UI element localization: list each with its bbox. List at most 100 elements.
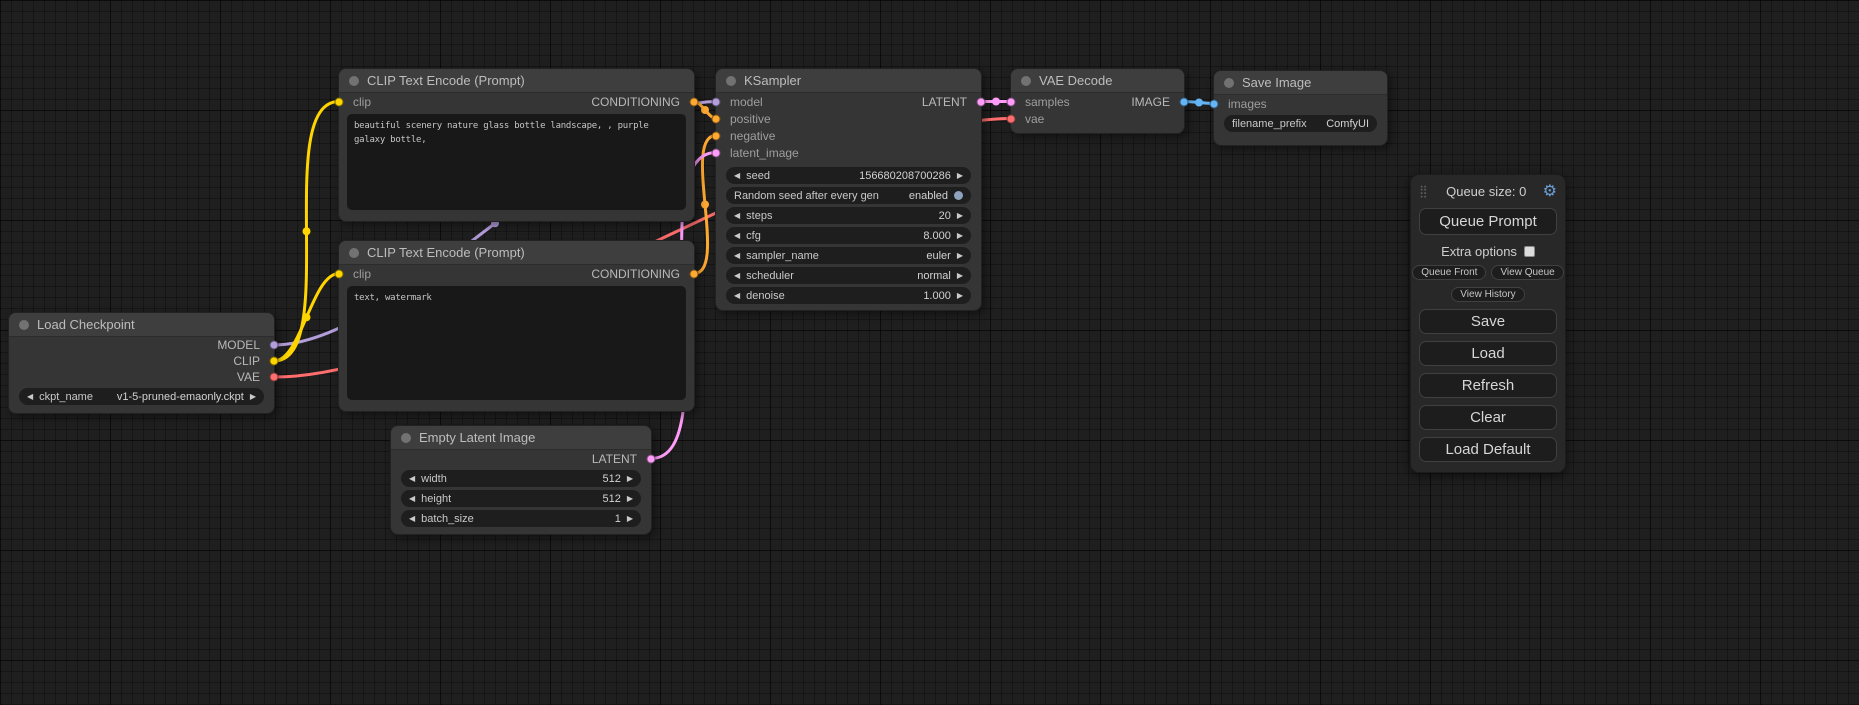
input-port-model[interactable] — [712, 97, 721, 106]
node-titlebar[interactable]: VAE Decode — [1011, 69, 1184, 93]
node-clip-text-encode-positive[interactable]: CLIP Text Encode (Prompt) clip CONDITION… — [338, 68, 695, 222]
widget-steps[interactable]: ◀ steps 20 ▶ — [726, 207, 971, 224]
node-empty-latent-image[interactable]: Empty Latent Image LATENT ◀ width 512 ▶ … — [390, 425, 652, 535]
node-body: MODEL CLIP VAE ◀ ckpt_name v1-5-pruned-e… — [9, 337, 274, 412]
node-collapse-dot[interactable] — [19, 320, 29, 330]
increment-arrow-icon[interactable]: ▶ — [957, 292, 963, 300]
settings-gear-icon[interactable]: ⚙ — [1543, 181, 1557, 201]
increment-arrow-icon[interactable]: ▶ — [957, 172, 963, 180]
node-load-checkpoint[interactable]: Load Checkpoint MODEL CLIP VAE ◀ ckpt_na… — [8, 312, 275, 414]
node-collapse-dot[interactable] — [726, 76, 736, 86]
decrement-arrow-icon[interactable]: ◀ — [734, 212, 740, 220]
queue-prompt-button[interactable]: Queue Prompt — [1419, 208, 1557, 235]
node-titlebar[interactable]: CLIP Text Encode (Prompt) — [339, 241, 694, 265]
node-graph-canvas[interactable]: Load Checkpoint MODEL CLIP VAE ◀ ckpt_na… — [0, 0, 1859, 705]
node-titlebar[interactable]: Empty Latent Image — [391, 426, 651, 450]
save-button[interactable]: Save — [1419, 309, 1557, 334]
increment-arrow-icon[interactable]: ▶ — [957, 212, 963, 220]
decrement-arrow-icon[interactable]: ◀ — [27, 393, 33, 401]
refresh-button[interactable]: Refresh — [1419, 373, 1557, 398]
output-port-conditioning[interactable] — [690, 97, 699, 106]
node-clip-text-encode-negative[interactable]: CLIP Text Encode (Prompt) clip CONDITION… — [338, 240, 695, 412]
node-ksampler[interactable]: KSampler model LATENT positive negative … — [715, 68, 982, 311]
prompt-textarea[interactable]: beautiful scenery nature glass bottle la… — [347, 114, 686, 210]
widget-name: steps — [746, 210, 772, 222]
input-port-samples[interactable] — [1007, 97, 1016, 106]
node-collapse-dot[interactable] — [349, 76, 359, 86]
load-button[interactable]: Load — [1419, 341, 1557, 366]
increment-arrow-icon[interactable]: ▶ — [957, 252, 963, 260]
node-collapse-dot[interactable] — [401, 433, 411, 443]
widget-width[interactable]: ◀ width 512 ▶ — [401, 470, 641, 487]
input-port-positive[interactable] — [712, 114, 721, 123]
output-port-conditioning[interactable] — [690, 269, 699, 278]
node-collapse-dot[interactable] — [349, 248, 359, 258]
input-port-clip[interactable] — [335, 269, 344, 278]
view-queue-button[interactable]: View Queue — [1491, 265, 1563, 280]
widget-sampler-name[interactable]: ◀ sampler_name euler ▶ — [726, 247, 971, 264]
output-port-vae[interactable] — [270, 373, 279, 382]
node-title: Save Image — [1242, 75, 1311, 90]
node-titlebar[interactable]: Load Checkpoint — [9, 313, 274, 337]
load-default-button[interactable]: Load Default — [1419, 437, 1557, 462]
decrement-arrow-icon[interactable]: ◀ — [409, 495, 415, 503]
widget-value: 512 — [602, 493, 620, 505]
extra-options-label: Extra options — [1441, 244, 1517, 259]
node-body: clip CONDITIONING beautiful scenery natu… — [339, 93, 694, 220]
input-port-images[interactable] — [1210, 99, 1219, 108]
widget-random-seed-toggle[interactable]: Random seed after every gen enabled — [726, 187, 971, 204]
drag-handle-icon[interactable]: ⣿ — [1419, 184, 1428, 198]
decrement-arrow-icon[interactable]: ◀ — [734, 292, 740, 300]
widget-name: width — [421, 473, 447, 485]
input-port-negative[interactable] — [712, 131, 721, 140]
widget-denoise[interactable]: ◀ denoise 1.000 ▶ — [726, 287, 971, 304]
output-port-latent[interactable] — [977, 97, 986, 106]
clear-button[interactable]: Clear — [1419, 405, 1557, 430]
decrement-arrow-icon[interactable]: ◀ — [734, 252, 740, 260]
widget-name: height — [421, 493, 451, 505]
decrement-arrow-icon[interactable]: ◀ — [734, 172, 740, 180]
decrement-arrow-icon[interactable]: ◀ — [409, 515, 415, 523]
widget-scheduler[interactable]: ◀ scheduler normal ▶ — [726, 267, 971, 284]
widget-name: batch_size — [421, 513, 474, 525]
output-port-image[interactable] — [1180, 97, 1189, 106]
node-collapse-dot[interactable] — [1021, 76, 1031, 86]
widget-seed[interactable]: ◀ seed 156680208700286 ▶ — [726, 167, 971, 184]
decrement-arrow-icon[interactable]: ◀ — [734, 232, 740, 240]
extra-options-checkbox[interactable] — [1524, 246, 1535, 257]
widget-cfg[interactable]: ◀ cfg 8.000 ▶ — [726, 227, 971, 244]
increment-arrow-icon[interactable]: ▶ — [957, 232, 963, 240]
input-port-vae[interactable] — [1007, 114, 1016, 123]
node-title: CLIP Text Encode (Prompt) — [367, 73, 525, 88]
input-port-clip[interactable] — [335, 97, 344, 106]
widget-ckpt-name[interactable]: ◀ ckpt_name v1-5-pruned-emaonly.ckpt ▶ — [19, 388, 264, 405]
increment-arrow-icon[interactable]: ▶ — [627, 515, 633, 523]
node-save-image[interactable]: Save Image images filename_prefix ComfyU… — [1213, 70, 1388, 146]
increment-arrow-icon[interactable]: ▶ — [957, 272, 963, 280]
node-titlebar[interactable]: KSampler — [716, 69, 981, 93]
node-vae-decode[interactable]: VAE Decode samples IMAGE vae — [1010, 68, 1185, 134]
increment-arrow-icon[interactable]: ▶ — [627, 475, 633, 483]
view-history-button[interactable]: View History — [1451, 287, 1524, 302]
widget-filename-prefix[interactable]: filename_prefix ComfyUI — [1224, 115, 1377, 132]
widget-height[interactable]: ◀ height 512 ▶ — [401, 490, 641, 507]
input-port-latent-image[interactable] — [712, 148, 721, 157]
widget-value: ComfyUI — [1326, 118, 1369, 130]
node-collapse-dot[interactable] — [1224, 78, 1234, 88]
widget-batch-size[interactable]: ◀ batch_size 1 ▶ — [401, 510, 641, 527]
increment-arrow-icon[interactable]: ▶ — [627, 495, 633, 503]
slot-row: clip CONDITIONING — [339, 265, 694, 282]
toggle-enabled-dot[interactable] — [954, 191, 963, 200]
node-body: images filename_prefix ComfyUI — [1214, 95, 1387, 144]
output-port-model[interactable] — [270, 341, 279, 350]
node-titlebar[interactable]: Save Image — [1214, 71, 1387, 95]
queue-front-button[interactable]: Queue Front — [1412, 265, 1486, 280]
decrement-arrow-icon[interactable]: ◀ — [409, 475, 415, 483]
increment-arrow-icon[interactable]: ▶ — [250, 393, 256, 401]
node-titlebar[interactable]: CLIP Text Encode (Prompt) — [339, 69, 694, 93]
prompt-textarea[interactable]: text, watermark — [347, 286, 686, 400]
output-port-latent[interactable] — [647, 454, 656, 463]
decrement-arrow-icon[interactable]: ◀ — [734, 272, 740, 280]
output-port-clip[interactable] — [270, 357, 279, 366]
widget-name: Random seed after every gen — [734, 190, 879, 202]
